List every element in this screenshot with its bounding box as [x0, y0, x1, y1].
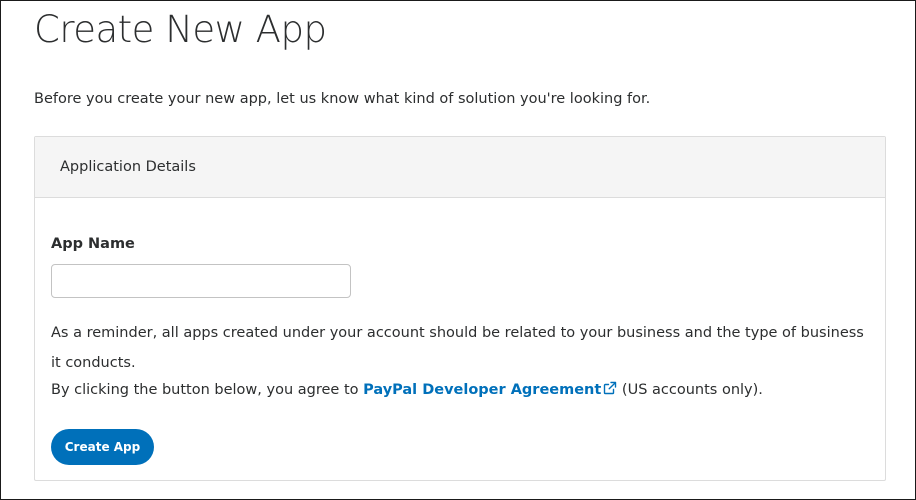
- external-link-icon: [603, 376, 617, 395]
- application-details-card: Application Details App Name As a remind…: [34, 136, 886, 481]
- page-title: Create New App: [34, 8, 327, 51]
- create-app-button[interactable]: Create App: [51, 429, 154, 465]
- developer-agreement-link-label: PayPal Developer Agreement: [363, 382, 602, 398]
- agreement-prefix: By clicking the button below, you agree …: [51, 382, 364, 398]
- agreement-suffix: (US accounts only).: [617, 382, 763, 398]
- page-intro: Before you create your new app, let us k…: [34, 91, 651, 107]
- reminder-text: As a reminder, all apps created under yo…: [51, 325, 864, 371]
- card-header: Application Details: [35, 137, 885, 198]
- developer-agreement-link[interactable]: PayPal Developer Agreement: [363, 381, 617, 398]
- card-header-title: Application Details: [60, 159, 196, 175]
- app-name-input[interactable]: [51, 264, 351, 298]
- app-name-label: App Name: [51, 236, 135, 252]
- agreement-text: By clicking the button below, you agree …: [51, 375, 763, 405]
